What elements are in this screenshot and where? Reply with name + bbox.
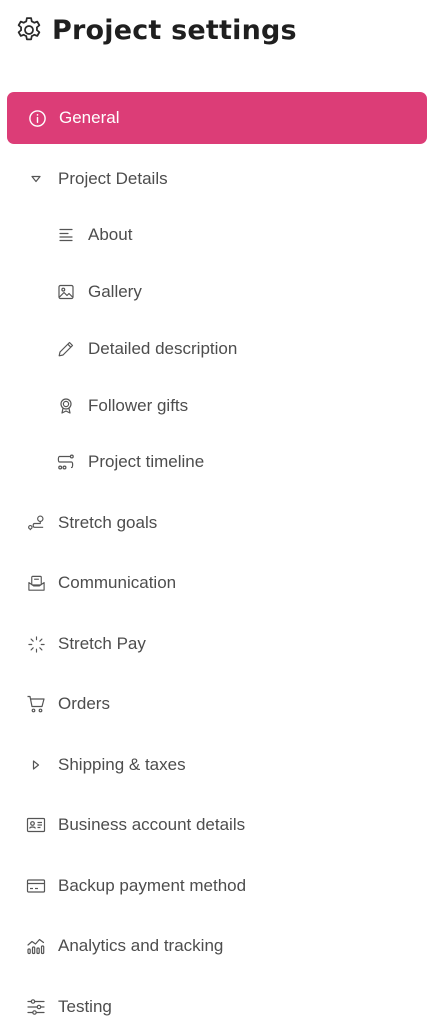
text-lines-icon	[56, 225, 76, 245]
nav-item-label: Stretch Pay	[58, 634, 146, 653]
credit-card-icon	[26, 876, 46, 896]
nav-item-label: Orders	[58, 694, 110, 713]
nav-item-detailed-description[interactable]: Detailed description	[56, 334, 237, 364]
caret-down-icon[interactable]	[26, 169, 46, 189]
cart-icon	[26, 694, 46, 714]
nav-item-label: Shipping & taxes	[58, 755, 186, 774]
nav-item-shipping-taxes[interactable]: Shipping & taxes	[26, 750, 186, 780]
nav-item-business-account-details[interactable]: Business account details	[26, 810, 245, 840]
nav-item-follower-gifts[interactable]: Follower gifts	[56, 391, 188, 421]
page-title: Project settings	[52, 14, 297, 46]
nav-item-about[interactable]: About	[56, 220, 132, 250]
nav-item-gallery[interactable]: Gallery	[56, 277, 142, 307]
nav-item-label: Backup payment method	[58, 876, 247, 895]
nav-item-orders[interactable]: Orders	[26, 689, 110, 719]
nav-item-label: About	[88, 225, 133, 244]
nav-item-testing[interactable]: Testing	[26, 992, 112, 1022]
nav-item-label: Gallery	[88, 282, 142, 301]
nav-item-stretch-pay[interactable]: Stretch Pay	[26, 629, 146, 659]
nav-item-analytics-tracking[interactable]: Analytics and tracking	[26, 931, 223, 961]
nav-item-label: Project Details	[58, 169, 168, 188]
nav-item-label: General	[59, 108, 120, 127]
nav-item-communication[interactable]: Communication	[26, 568, 176, 598]
nav-item-stretch-goals[interactable]: Stretch goals	[26, 508, 157, 538]
nav-item-project-timeline[interactable]: Project timeline	[56, 447, 204, 477]
nav-item-label: Business account details	[58, 815, 246, 834]
chart-icon	[26, 936, 46, 956]
nav-item-backup-payment-method[interactable]: Backup payment method	[26, 871, 246, 901]
page-header: Project settings	[14, 12, 297, 48]
nav-item-label: Detailed description	[88, 339, 238, 358]
nav-item-project-details[interactable]: Project Details	[26, 164, 168, 194]
gear-icon	[17, 17, 41, 41]
nav-item-label: Analytics and tracking	[58, 936, 224, 955]
award-icon	[56, 396, 76, 416]
nav-item-label: Project timeline	[88, 452, 205, 471]
route-icon	[26, 513, 46, 533]
pencil-icon	[56, 339, 76, 359]
inbox-icon	[26, 573, 46, 593]
nav-item-label: Stretch goals	[58, 513, 158, 532]
nav-item-label: Follower gifts	[88, 396, 189, 415]
nav-item-general[interactable]: General	[7, 92, 427, 144]
loader-icon	[26, 634, 46, 654]
caret-right-icon[interactable]	[26, 755, 46, 775]
id-card-icon	[26, 815, 46, 835]
info-icon	[27, 108, 47, 128]
sliders-icon	[26, 997, 46, 1017]
image-icon	[56, 282, 76, 302]
nav-item-label: Testing	[58, 997, 112, 1016]
nav-item-label: Communication	[58, 573, 177, 592]
timeline-icon	[56, 452, 76, 472]
